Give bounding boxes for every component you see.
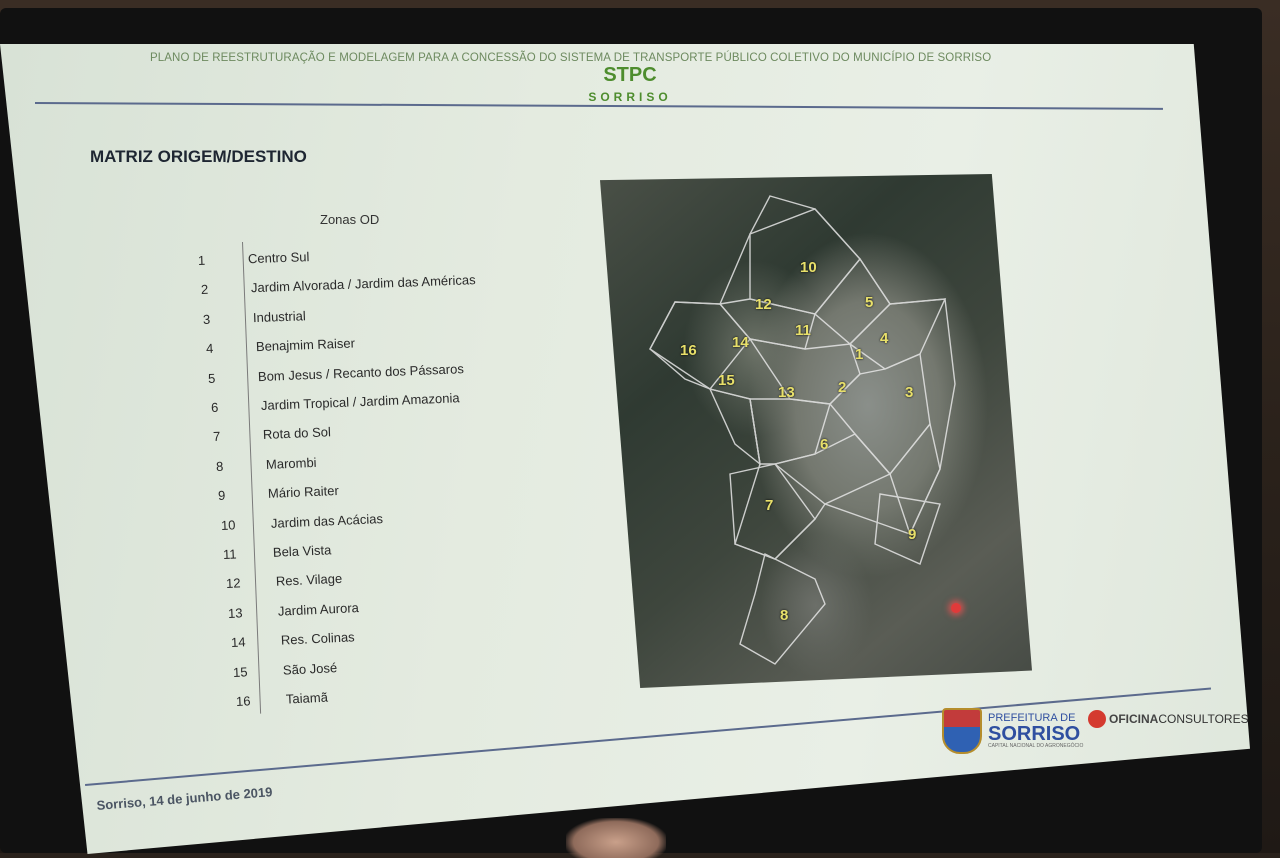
- map-zone-label: 8: [780, 607, 789, 624]
- oficina-rest: CONSULTORES: [1158, 712, 1249, 726]
- zone-name: Benajmim Raiser: [255, 335, 355, 354]
- map-zone-label: 1: [855, 346, 864, 363]
- zone-row: 11 Bela Vista: [223, 539, 332, 564]
- sorriso-logo-text: SORRISO: [588, 90, 672, 104]
- map-zone-label: 7: [765, 497, 774, 514]
- zone-name: Res. Vilage: [275, 570, 342, 589]
- zone-number: 9: [217, 487, 226, 503]
- location-pin-icon: [951, 603, 961, 613]
- zone-number: 1: [197, 252, 206, 268]
- zone-number: 15: [232, 663, 248, 680]
- zone-number: 14: [230, 634, 246, 650]
- zone-name: Rota do Sol: [262, 424, 332, 442]
- zone-boundaries: [649, 195, 956, 665]
- zone-name: Jardim Aurora: [277, 599, 360, 619]
- hand-silhouette: [566, 818, 666, 858]
- coat-of-arms-icon: [942, 708, 982, 754]
- map-zone-label: 11: [795, 322, 811, 339]
- map-zone-label: 5: [865, 294, 874, 311]
- map-zone-label: 10: [800, 259, 817, 276]
- zone-name: Jardim Alvorada / Jardim das Américas: [250, 272, 476, 296]
- zone-number: 12: [225, 575, 241, 591]
- plan-title: PLANO DE REESTRUTURAÇÃO E MODELAGEM PARA…: [150, 52, 992, 64]
- zone-row: 14 Res. Colinas: [230, 626, 354, 652]
- zones-header: Zonas OD: [320, 212, 380, 227]
- slide: PLANO DE REESTRUTURAÇÃO E MODELAGEM PARA…: [0, 0, 1280, 853]
- zone-number: 4: [205, 340, 214, 356]
- oficina-logo: OFICINACONSULTORES: [1088, 710, 1249, 728]
- zone-name: Marombi: [265, 454, 317, 472]
- zone-row: 16 Taiamã: [235, 687, 328, 711]
- satellite-map: 10 12 5 11 4 16 14 1 15 13 2 3 6 7 9 8: [600, 174, 1032, 688]
- zone-number: 13: [227, 604, 243, 621]
- zone-name: Mário Raiter: [267, 482, 340, 501]
- zone-row: 10 Jardim das Acácias: [220, 508, 383, 535]
- zone-name: Res. Colinas: [280, 628, 355, 648]
- oficina-bold: OFICINA: [1109, 712, 1159, 726]
- zone-number: 6: [210, 399, 219, 415]
- map-zone-label: 2: [838, 379, 847, 396]
- pref-line2: SORRISO: [988, 723, 1081, 745]
- map-zone-label: 15: [718, 372, 735, 389]
- map-zone-label: 4: [880, 330, 889, 347]
- pref-line3: CAPITAL NACIONAL DO AGRONEGÓCIO: [988, 743, 1084, 749]
- map-zone-label: 9: [908, 526, 917, 543]
- zone-row: 4 Benajmim Raiser: [205, 333, 355, 359]
- zone-number: 5: [207, 369, 216, 386]
- stpc-logo-text: STPC: [603, 64, 657, 86]
- zone-number: 2: [200, 281, 208, 297]
- zone-row: 7 Rota do Sol: [213, 422, 332, 447]
- oficina-mark-icon: [1088, 710, 1106, 728]
- zone-name: Bela Vista: [272, 541, 332, 560]
- zone-name: Jardim Tropical / Jardim Amazonia: [260, 389, 460, 413]
- zone-name: Centro Sul: [247, 248, 310, 266]
- zone-row: 9 Mário Raiter: [218, 480, 340, 505]
- map-zone-label: 16: [680, 342, 697, 359]
- zone-name: Jardim das Acácias: [270, 510, 383, 530]
- footer-date: Sorriso, 14 de junho de 2019: [96, 784, 273, 813]
- zone-number: 16: [235, 692, 251, 709]
- zone-row: 8 Marombi: [215, 452, 316, 476]
- map-zone-label: 3: [905, 384, 914, 401]
- prefeitura-logo: PREFEITURA DE SORRISO CAPITAL NACIONAL D…: [942, 708, 1083, 754]
- zone-name: Industrial: [252, 307, 306, 325]
- zone-row: 2 Jardim Alvorada / Jardim das Américas: [200, 270, 475, 300]
- zone-number: 11: [222, 545, 237, 562]
- map-zone-label: 13: [778, 384, 795, 401]
- zone-row: 3 Industrial: [203, 305, 306, 329]
- zone-row: 15 São José: [233, 657, 338, 682]
- map-zone-label: 12: [755, 296, 772, 313]
- zone-number: 8: [215, 458, 224, 474]
- zone-row: 12 Res. Vilage: [225, 568, 342, 593]
- zone-number: 7: [212, 428, 221, 444]
- zone-row: 1 Centro Sul: [198, 246, 310, 270]
- zone-name: São José: [282, 659, 338, 677]
- map-zone-label: 6: [820, 436, 829, 453]
- map-zone-label: 14: [732, 334, 749, 351]
- zone-name: Taiamã: [285, 689, 328, 707]
- zone-number: 3: [202, 311, 211, 327]
- zone-name: Bom Jesus / Recanto dos Pássaros: [257, 360, 465, 384]
- zone-number: 10: [220, 516, 236, 533]
- zone-row: 13 Jardim Aurora: [228, 597, 360, 623]
- slide-title: MATRIZ ORIGEM/DESTINO: [90, 147, 307, 166]
